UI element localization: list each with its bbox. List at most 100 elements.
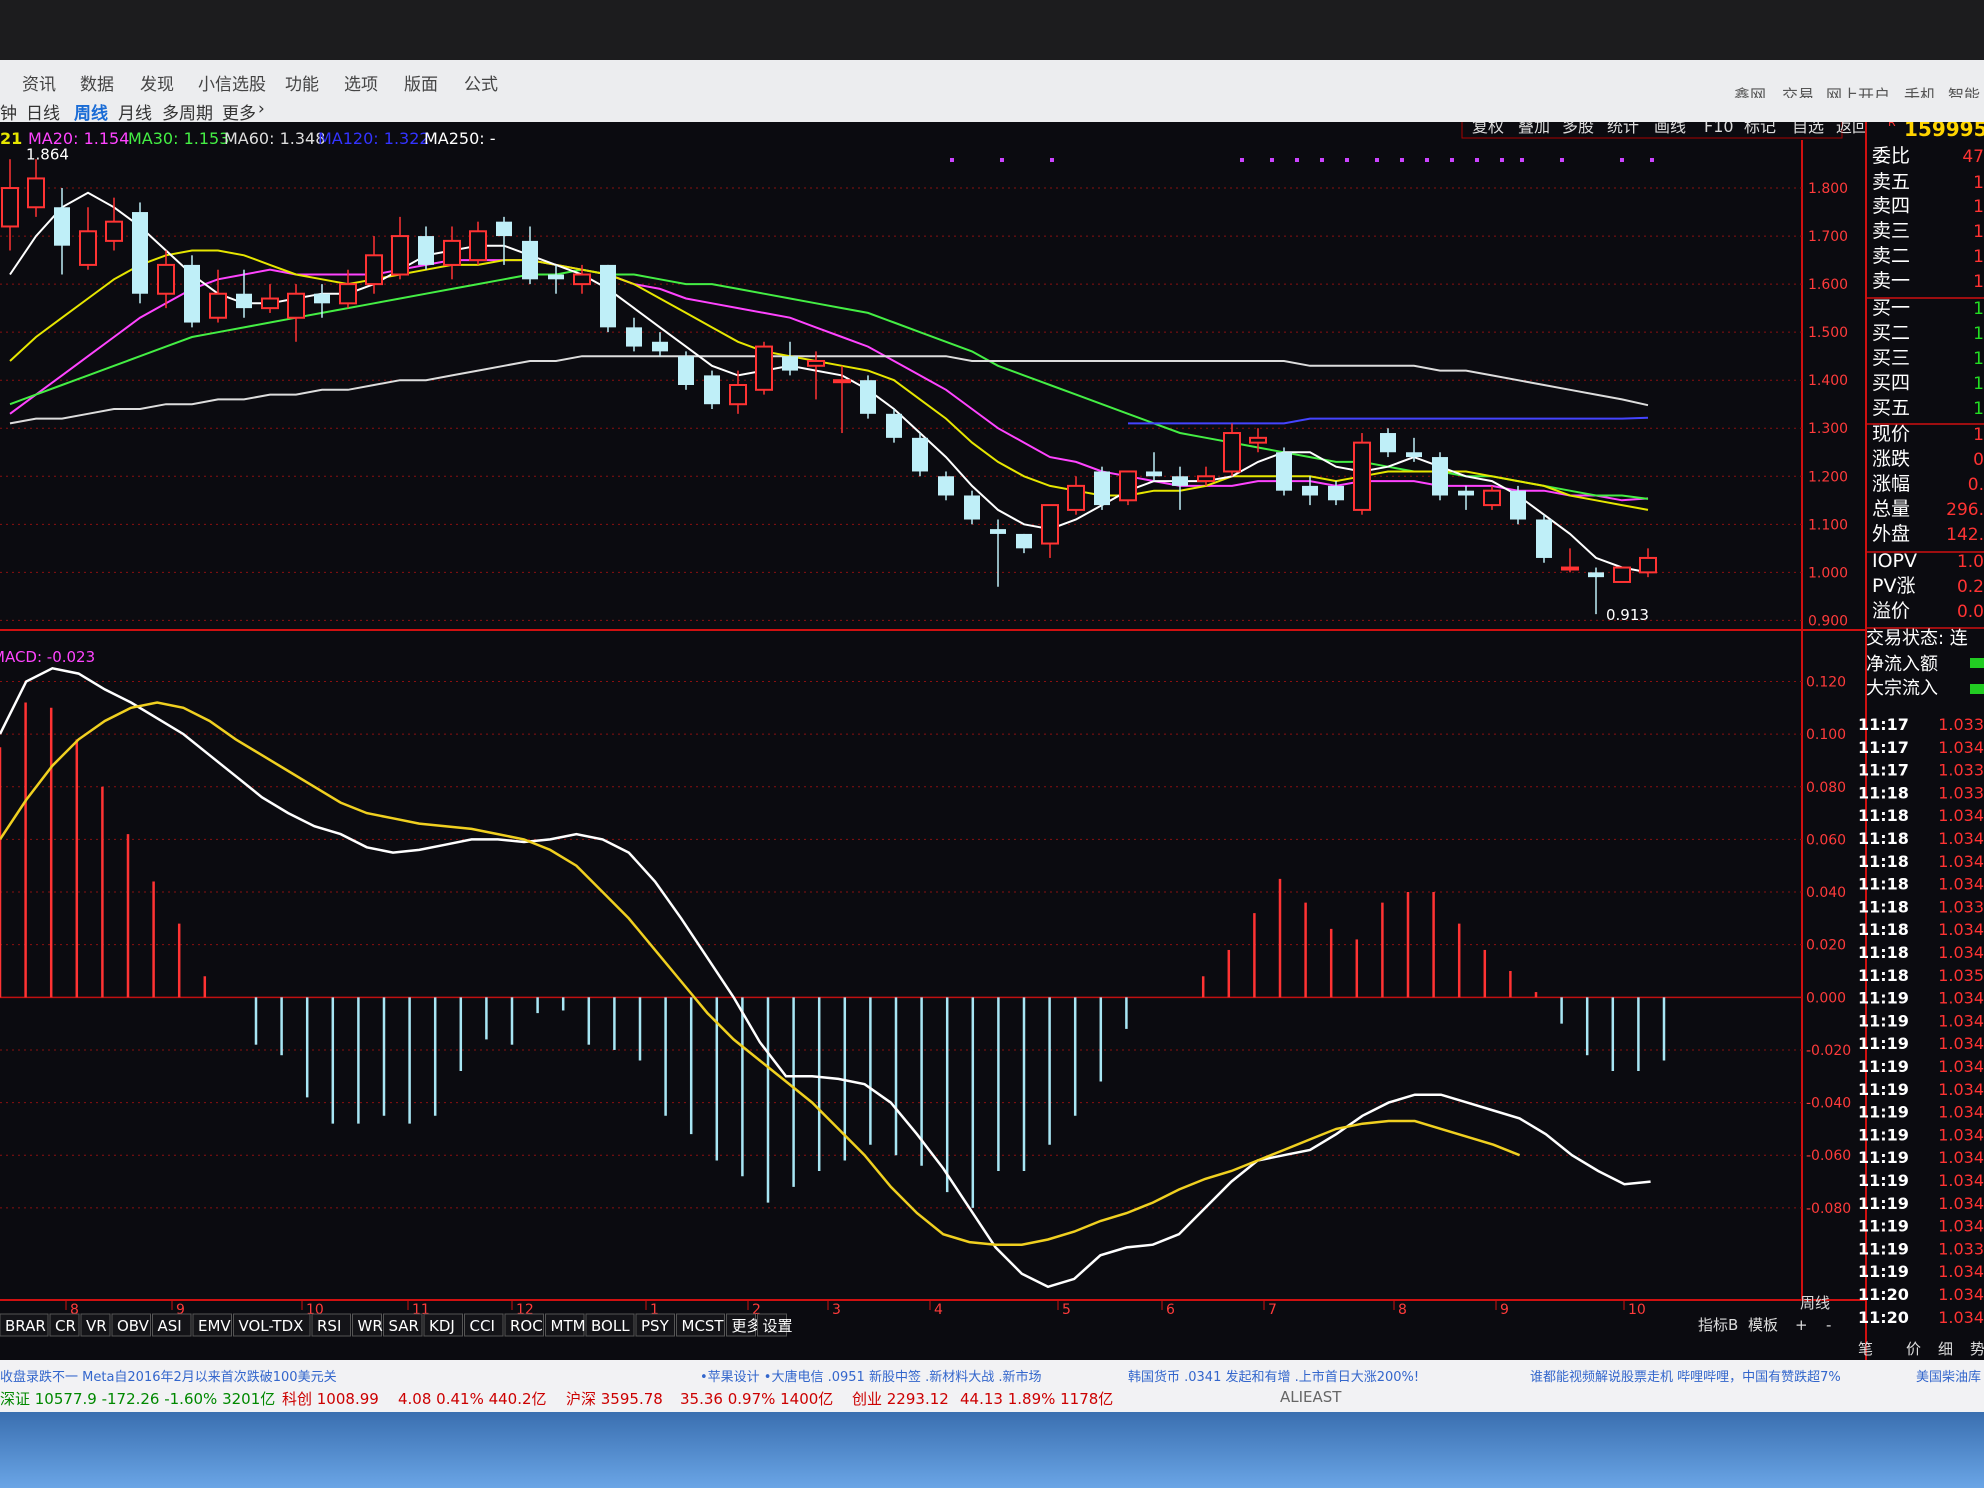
candle-body [782, 356, 798, 371]
tick-time: 11:20 [1858, 1308, 1909, 1327]
period-tab[interactable]: 钟 [0, 99, 17, 124]
x-tick-label: 4 [934, 1302, 943, 1318]
trading-screen: 复权 叠加 多股 统计 画线 F10 标记 自选 返回 159995 R 21 … [0, 111, 1984, 1362]
tick-time: 11:17 [1858, 738, 1909, 757]
tick-price: 1.033 [1938, 715, 1984, 734]
candle-body [912, 437, 928, 472]
signal-dot [1000, 158, 1004, 162]
candle-body [1223, 432, 1241, 473]
news-ticker[interactable]: 美国柴油库 [1916, 1366, 1981, 1385]
menu-item[interactable]: 数据 [80, 70, 114, 95]
tick-price: 1.034 [1938, 1194, 1984, 1213]
indicator-tab[interactable]: CR [49, 1313, 80, 1337]
tick-price: 1.034 [1938, 1125, 1984, 1144]
indicator-tab[interactable]: CCI [464, 1313, 504, 1337]
menu-item[interactable]: 选项 [344, 70, 378, 95]
tick-time: 11:19 [1858, 1034, 1909, 1053]
quote-value: 47 [1962, 147, 1984, 167]
toolbar-button-f10[interactable]: F10 [1704, 117, 1734, 136]
side-tab[interactable]: 笔 [1858, 1340, 1873, 1358]
index-quote[interactable]: 科创 1008.99 [282, 1388, 379, 1409]
signal-dot [1320, 158, 1324, 162]
side-tab[interactable]: 细 [1938, 1340, 1953, 1358]
right-tab[interactable]: - [1826, 1316, 1831, 1334]
tick-price: 1.034 [1938, 806, 1984, 825]
tick-time: 11:19 [1858, 1103, 1909, 1122]
period-tab[interactable]: 多周期 [162, 99, 213, 124]
news-ticker[interactable]: •苹果设计 •大唐电信 .0951 新股中签 .新材料大战 .新市场 [700, 1366, 1041, 1385]
toolbar-button-tongji[interactable]: 统计 [1607, 117, 1639, 136]
toolbar-button-zixuan[interactable]: 自选 [1792, 117, 1824, 136]
right-tab[interactable]: + [1795, 1316, 1808, 1334]
toolbar-button-biaoji[interactable]: 标记 [1744, 117, 1776, 136]
indicator-tab[interactable]: VR [80, 1313, 111, 1337]
tick-price: 1.034 [1938, 1262, 1984, 1281]
y-tick-label: 1.100 [1808, 517, 1848, 533]
menu-item[interactable]: 功能 [285, 70, 319, 95]
chevron-right-icon[interactable]: › [258, 99, 265, 119]
toolbar-button-diejia[interactable]: 叠加 [1518, 117, 1550, 136]
period-tab[interactable]: 月线 [118, 99, 152, 124]
news-ticker[interactable]: 谁都能视频解说股票走机 哔哩哔哩，中国有赞跌超7% [1530, 1366, 1841, 1385]
indicator-tab[interactable]: ROC [504, 1313, 544, 1337]
candle-body [184, 264, 200, 323]
indicator-tab[interactable]: RSI [311, 1313, 351, 1337]
index-quote[interactable]: 创业 2293.12 [852, 1388, 949, 1409]
indicator-tab[interactable]: OBV [111, 1313, 151, 1337]
indicator-tab[interactable]: BOLL [585, 1313, 635, 1337]
tick-time: 11:17 [1858, 761, 1909, 780]
menu-item[interactable]: 版面 [404, 70, 438, 95]
candle-body [964, 495, 980, 520]
menu-item[interactable]: 小信选股 [198, 70, 266, 95]
price-panel: 1.800 1.700 1.600 1.500 1.400 1.300 1.200 1.100… [0, 145, 1848, 629]
candle-body [1483, 489, 1501, 507]
news-ticker[interactable]: 韩国货币 .0341 发起和有增 .上市首日大涨200%! [1128, 1366, 1419, 1385]
indicator-tab[interactable]: KDJ [423, 1313, 463, 1337]
side-tab[interactable]: 势 [1970, 1340, 1984, 1358]
indicator-tab[interactable]: PSY [635, 1313, 675, 1337]
indicator-tab[interactable]: VOL-TDX [233, 1313, 311, 1337]
toolbar-button-fuquan[interactable]: 复权 [1472, 117, 1504, 136]
indicator-tab[interactable]: BRAR [0, 1313, 49, 1337]
candle-body [1041, 504, 1059, 545]
menu-item[interactable]: 资讯 [22, 70, 56, 95]
period-tab-active[interactable]: 周线 [74, 99, 108, 124]
candle-body [755, 345, 773, 391]
tick-time: 11:19 [1858, 989, 1909, 1008]
tick-time: 11:17 [1858, 715, 1909, 734]
indicator-tab[interactable]: MTM [545, 1313, 586, 1337]
candle-body [886, 413, 902, 438]
period-tab[interactable]: 日线 [26, 99, 60, 124]
toolbar-button-huaxian[interactable]: 画线 [1654, 117, 1686, 136]
menu-item[interactable]: 公式 [464, 70, 498, 95]
quote-label: 溢价 [1872, 600, 1910, 622]
indicator-tab[interactable]: MCST [676, 1313, 725, 1337]
y-tick-label: 1.000 [1808, 565, 1848, 581]
right-tab[interactable]: 指标B [1698, 1316, 1738, 1334]
tick-price: 1.033 [1938, 897, 1984, 916]
indicator-tab[interactable]: 设置 [757, 1313, 793, 1337]
toolbar-button-fanhui[interactable]: 返回 [1836, 117, 1868, 136]
news-ticker[interactable]: 收盘录跌不一 Meta自2016年2月以来首次跌破100美元关 [0, 1366, 337, 1385]
indicator-tab[interactable]: 更多 [726, 1313, 762, 1337]
tick-price: 1.034 [1938, 920, 1984, 939]
side-tab[interactable]: 价 [1906, 1340, 1921, 1358]
quote-value: 0.0 [1957, 602, 1984, 622]
indicator-tab[interactable]: ASI [152, 1313, 192, 1337]
tick-price: 1.034 [1938, 1148, 1984, 1167]
ma-legend: 21 MA20: 1.154 MA30: 1.153 MA60: 1.348 M… [0, 129, 496, 148]
index-quote-change: 44.13 1.89% 1178亿 [960, 1390, 1114, 1408]
period-tab[interactable]: 更多 [222, 99, 256, 124]
quote-value: 1 [1973, 197, 1984, 217]
indicator-tab[interactable]: EMV [192, 1313, 232, 1337]
index-quote[interactable]: 深证 10577.9 -172.26 -1.60% 3201亿 [0, 1388, 275, 1409]
x-tick-label: 10 [1628, 1302, 1646, 1318]
menu-item[interactable]: 发现 [140, 70, 174, 95]
indicator-tab[interactable]: SAR [383, 1313, 423, 1337]
signal-dot [1500, 158, 1504, 162]
indicator-tab[interactable]: WR [352, 1313, 383, 1337]
toolbar-button-duogu[interactable]: 多股 [1562, 117, 1594, 136]
index-quote-change: 4.08 0.41% 440.2亿 [398, 1390, 547, 1408]
right-tab[interactable]: 模板 [1748, 1316, 1778, 1334]
index-quote[interactable]: 沪深 3595.78 [566, 1388, 663, 1409]
